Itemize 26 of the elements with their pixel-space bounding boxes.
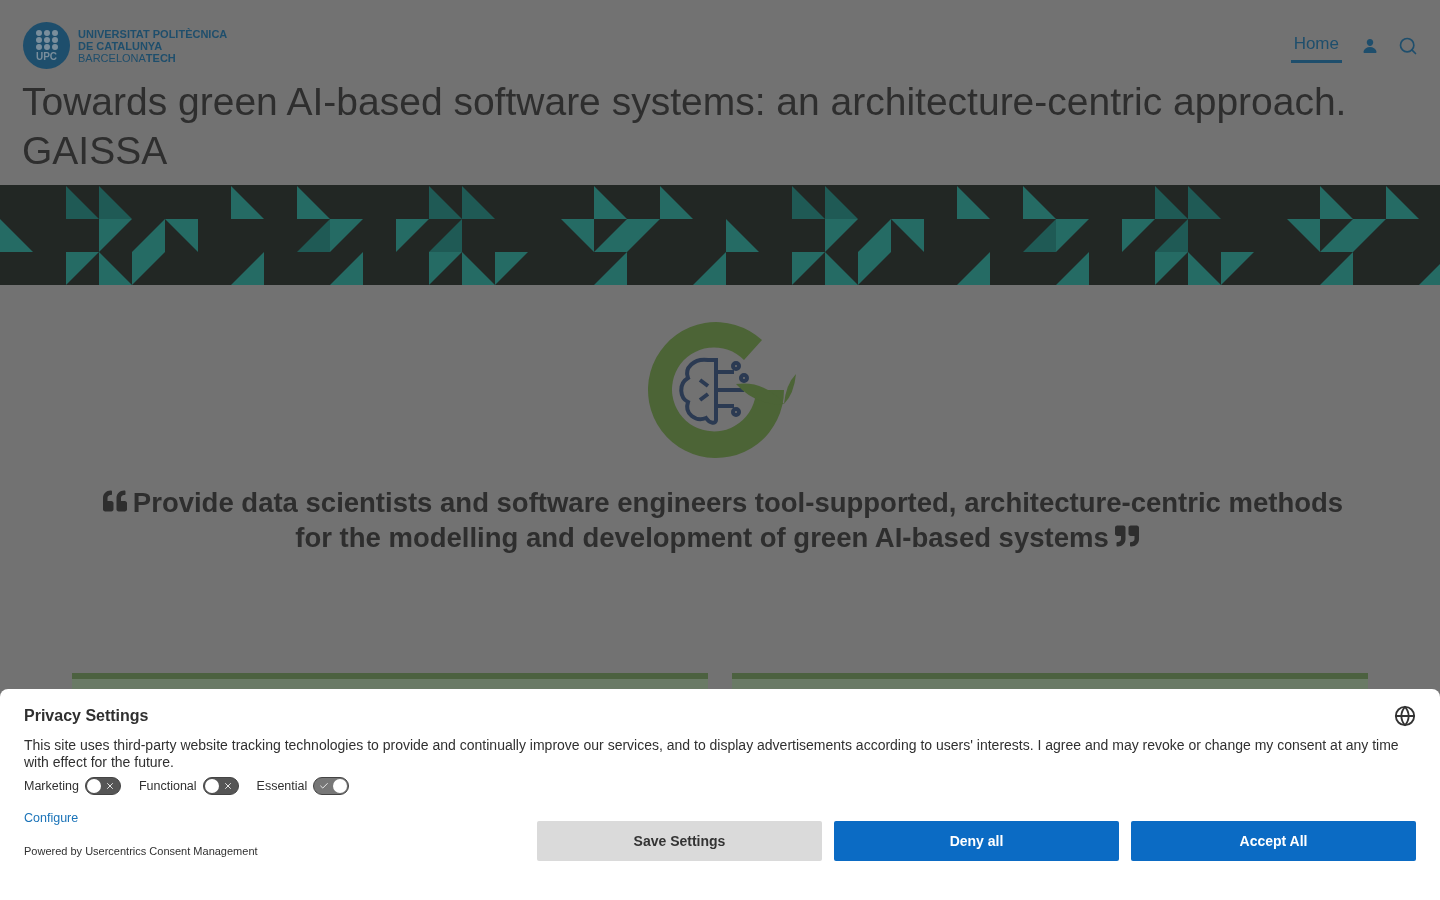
configure-link[interactable]: Configure (24, 811, 258, 825)
logo-badge-text: UPC (35, 51, 58, 62)
toggle-label: Essential (256, 779, 308, 793)
university-city: BARCELONATECH (78, 51, 177, 64)
dots-icon (34, 29, 59, 51)
dialog-title: Privacy Settings (24, 707, 149, 725)
toggle-switch[interactable] (313, 777, 350, 795)
consent-button[interactable]: Deny all (834, 821, 1119, 861)
toggle-switch[interactable] (84, 777, 121, 795)
toggle-switch[interactable] (202, 777, 239, 795)
cross-icon (104, 781, 115, 791)
university-name: UNIVERSITAT POLITÈCNICA (78, 27, 228, 40)
toggle-label: Marketing (24, 779, 79, 793)
consent-button[interactable]: Save Settings (537, 821, 822, 861)
consent-text: This site uses third-party website tracking technologies to provide and continually improve our services, and to display advertisements according to users' interests. I agree and may revoke or change my consent at any time with effect for the future. (24, 737, 1400, 771)
quote-close-icon (1114, 524, 1139, 548)
page-title: Towards green AI-based software systems: an architecture-centric approach. GAISSA (21, 79, 1348, 174)
quote-text: Provide data scientists and software engineers tool-supported, architecture-centric methods for the modelling and development of green AI-based systems (85, 485, 1355, 555)
university-name: DE CATALUNYA (78, 39, 164, 52)
consent-button[interactable]: Accept All (1131, 821, 1416, 861)
powered-by-text: Powered by Usercentrics Consent Management (24, 845, 258, 857)
cross-icon (222, 781, 233, 791)
toggle-label: Functional (138, 779, 197, 793)
quote-open-icon (102, 489, 127, 513)
check-icon (319, 781, 330, 791)
language-icon[interactable] (1394, 705, 1416, 727)
